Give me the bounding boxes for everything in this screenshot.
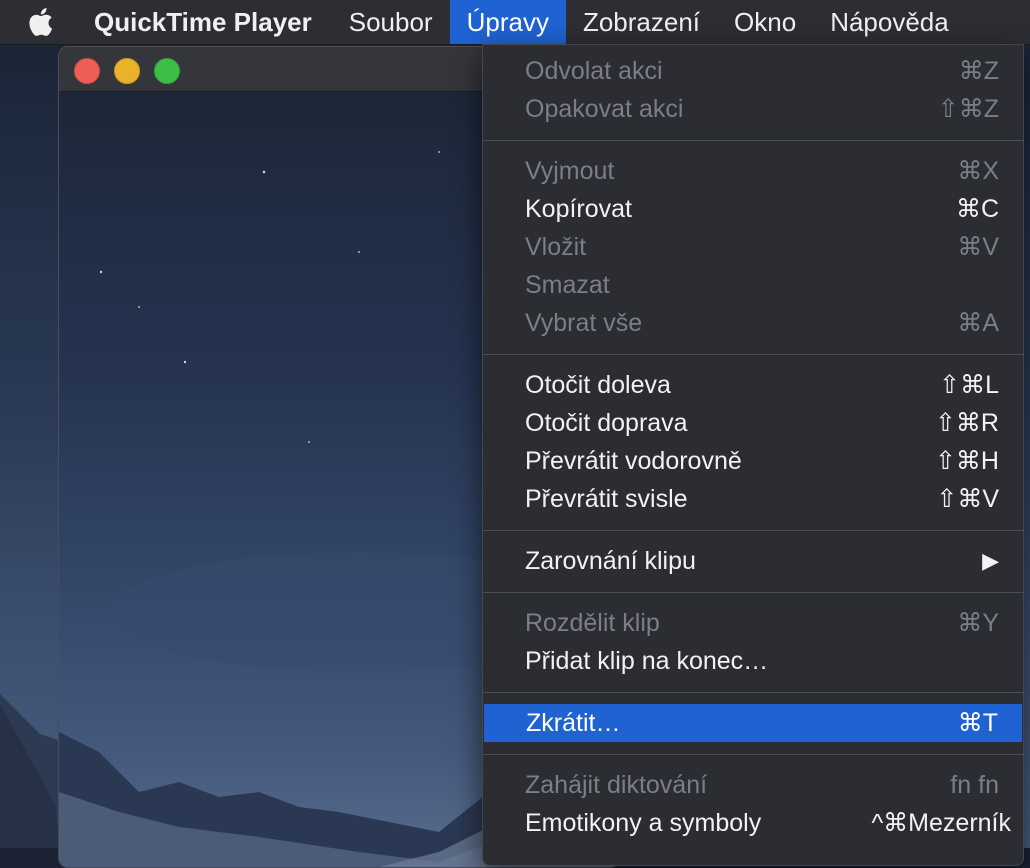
menu-item-add-clip-to-end[interactable]: Přidat klip na konec…: [483, 642, 1023, 680]
menu-separator: [483, 692, 1023, 693]
menu-item-label: Otočit doprava: [525, 408, 688, 437]
menu-separator: [483, 140, 1023, 141]
menu-item-copy[interactable]: Kopírovat ⌘C: [483, 190, 1023, 228]
menu-window[interactable]: Okno: [717, 0, 813, 44]
submenu-arrow-icon: ▶: [982, 548, 999, 573]
apple-logo-icon: [29, 8, 53, 36]
fullscreen-window-icon[interactable]: [154, 58, 180, 84]
menu-separator: [483, 354, 1023, 355]
menu-item-shortcut: ⌘T: [957, 709, 998, 737]
menu-item-cut[interactable]: Vyjmout ⌘X: [483, 152, 1023, 190]
menu-item-shortcut: ⌘X: [957, 157, 999, 185]
menu-item-label: Zarovnání klipu: [525, 546, 696, 575]
menu-item-start-dictation[interactable]: Zahájit diktování fn fn: [483, 766, 1023, 804]
menu-item-select-all[interactable]: Vybrat vše ⌘A: [483, 304, 1023, 342]
menu-item-shortcut: ⇧⌘R: [934, 409, 999, 437]
menu-item-label: Zahájit diktování: [525, 770, 708, 799]
menu-item-shortcut: ⌘C: [955, 195, 999, 223]
menu-item-rotate-left[interactable]: Otočit doleva ⇧⌘L: [483, 366, 1023, 404]
menu-item-label: Smazat: [525, 270, 610, 299]
menu-item-label: Vyjmout: [525, 156, 615, 185]
menu-item-shortcut: fn fn: [950, 770, 999, 799]
menu-item-clip-alignment[interactable]: Zarovnání klipu ▶: [483, 542, 1023, 580]
minimize-window-icon[interactable]: [114, 58, 140, 84]
menu-item-label: Emotikony a symboly: [525, 808, 762, 837]
menu-item-label: Kopírovat: [525, 194, 633, 223]
menu-item-split-clip[interactable]: Rozdělit klip ⌘Y: [483, 604, 1023, 642]
menu-item-label: Vybrat vše: [525, 308, 643, 337]
menu-item-shortcut: ⇧⌘Z: [937, 95, 999, 123]
menu-item-shortcut: ^⌘Mezerník: [871, 809, 1011, 837]
menu-item-label: Vložit: [525, 232, 587, 261]
apple-menu[interactable]: [0, 0, 80, 44]
close-window-icon[interactable]: [74, 58, 100, 84]
edit-dropdown-menu: Odvolat akci ⌘Z Opakovat akci ⇧⌘Z Vyjmou…: [482, 44, 1024, 866]
menu-separator: [483, 754, 1023, 755]
menu-item-label: Převrátit svisle: [525, 484, 688, 513]
menu-item-shortcut: ⇧⌘H: [934, 447, 999, 475]
menu-view[interactable]: Zobrazení: [566, 0, 717, 44]
menu-item-redo[interactable]: Opakovat akci ⇧⌘Z: [483, 90, 1023, 128]
menu-item-label: Zkrátit…: [526, 708, 621, 737]
menu-item-shortcut: ⌘Z: [958, 57, 999, 85]
menu-item-label: Odvolat akci: [525, 56, 663, 85]
menu-item-label: Přidat klip na konec…: [525, 646, 769, 675]
menu-item-delete[interactable]: Smazat: [483, 266, 1023, 304]
menu-item-label: Převrátit vodorovně: [525, 446, 742, 475]
menu-item-emoji-symbols[interactable]: Emotikony a symboly ^⌘Mezerník: [483, 804, 1023, 842]
menu-item-rotate-right[interactable]: Otočit doprava ⇧⌘R: [483, 404, 1023, 442]
menu-help[interactable]: Nápověda: [813, 0, 966, 44]
menu-item-shortcut: ⇧⌘V: [936, 485, 999, 513]
menu-item-shortcut: ⌘Y: [957, 609, 999, 637]
menu-item-shortcut: ⇧⌘L: [939, 371, 999, 399]
menu-item-label: Opakovat akci: [525, 94, 684, 123]
menu-edit[interactable]: Úpravy: [449, 0, 566, 44]
menu-item-label: Rozdělit klip: [525, 608, 660, 637]
menu-item-trim[interactable]: Zkrátit… ⌘T: [484, 704, 1022, 742]
menu-item-undo[interactable]: Odvolat akci ⌘Z: [483, 52, 1023, 90]
menu-item-flip-vertical[interactable]: Převrátit svisle ⇧⌘V: [483, 480, 1023, 518]
menu-item-paste[interactable]: Vložit ⌘V: [483, 228, 1023, 266]
menu-item-flip-horizontal[interactable]: Převrátit vodorovně ⇧⌘H: [483, 442, 1023, 480]
menu-separator: [483, 592, 1023, 593]
menu-separator: [483, 530, 1023, 531]
menu-item-label: Otočit doleva: [525, 370, 671, 399]
menu-item-shortcut: ⌘V: [957, 233, 999, 261]
menu-bar: QuickTime Player Soubor Úpravy Zobrazení…: [0, 0, 1030, 45]
menu-file[interactable]: Soubor: [332, 0, 450, 44]
menu-item-shortcut: ⌘A: [957, 309, 999, 337]
menu-app-name[interactable]: QuickTime Player: [80, 0, 332, 44]
